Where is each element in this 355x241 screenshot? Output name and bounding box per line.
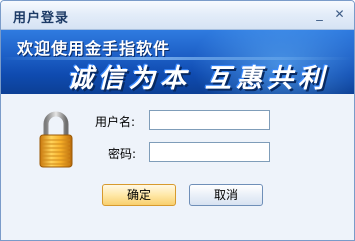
password-input[interactable] bbox=[149, 142, 270, 162]
username-label: 用户名: bbox=[95, 115, 136, 129]
login-dialog: 用户登录 _ ✕ 欢迎使用金手指软件 诚信为本 互惠共利 用户名: 密码: 确定… bbox=[0, 0, 355, 241]
welcome-banner: 欢迎使用金手指软件 诚信为本 互惠共利 bbox=[1, 30, 354, 94]
username-input[interactable] bbox=[149, 110, 270, 130]
password-label: 密码: bbox=[108, 147, 137, 161]
banner-welcome-text: 欢迎使用金手指软件 bbox=[17, 39, 171, 58]
banner-slogan-text: 诚信为本 互惠共利 bbox=[67, 64, 330, 94]
close-button[interactable]: ✕ bbox=[331, 6, 348, 23]
title-bar[interactable]: 用户登录 _ ✕ bbox=[1, 1, 354, 30]
window-title: 用户登录 bbox=[13, 11, 70, 26]
login-form: 用户名: 密码: 确定 取消 bbox=[1, 94, 354, 240]
cancel-button[interactable]: 取消 bbox=[189, 184, 263, 206]
ok-button[interactable]: 确定 bbox=[102, 184, 176, 206]
minimize-button[interactable]: _ bbox=[311, 6, 328, 23]
padlock-icon bbox=[39, 111, 73, 168]
